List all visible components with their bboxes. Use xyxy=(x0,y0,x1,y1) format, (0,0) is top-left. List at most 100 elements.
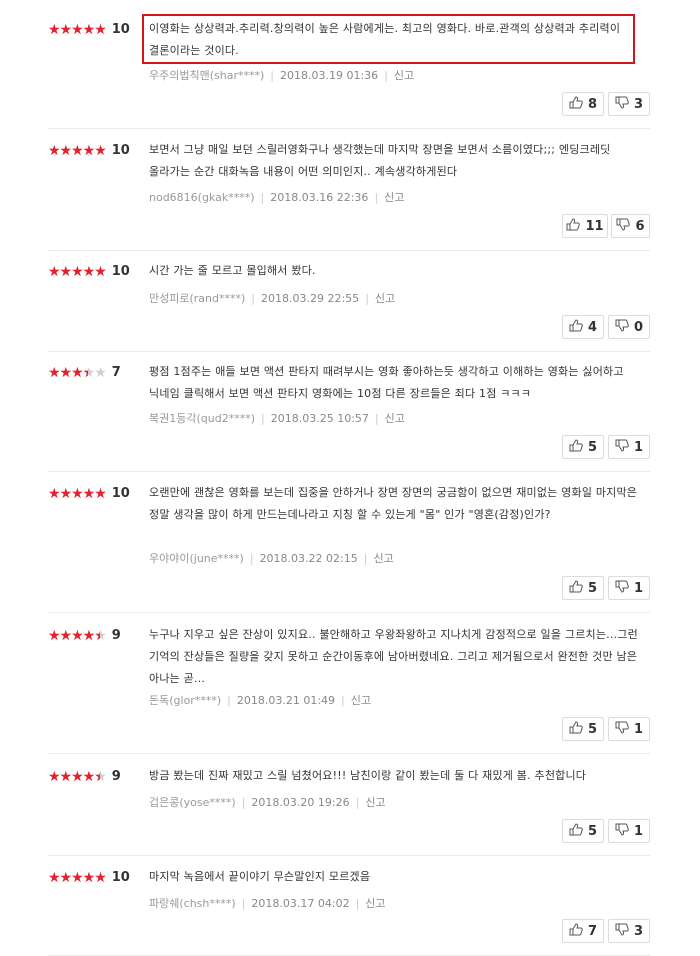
rating: ★★★★★ ★★★★★ 7 xyxy=(48,365,121,380)
thumbs-down-icon xyxy=(615,580,634,597)
like-count: 5 xyxy=(587,580,598,596)
review-meta: 복권1등각(qud2****) | 2018.03.25 10:57 | 신고 xyxy=(149,412,405,425)
review-date: 2018.03.22 02:15 xyxy=(259,552,358,565)
review-meta: 우야야이(june****) | 2018.03.22 02:15 | 신고 xyxy=(149,552,394,565)
dislike-button[interactable]: 1 xyxy=(608,717,650,741)
rating: ★★★★★ ★★★★★ 10 xyxy=(48,143,130,158)
dislike-count: 1 xyxy=(633,580,644,596)
review-text: 누구나 지우고 싶은 잔상이 있지요.. 불안해하고 우왕좌왕하고 지나치게 감… xyxy=(149,628,638,685)
divider xyxy=(48,612,650,613)
rating: ★★★★★ ★★★★★ 10 xyxy=(48,264,130,279)
review-author[interactable]: 우야야이(june****) xyxy=(149,552,244,565)
report-link[interactable]: 신고 xyxy=(375,292,395,305)
report-link[interactable]: 신고 xyxy=(394,69,414,82)
review-author[interactable]: 돈독(glor****) xyxy=(149,694,221,707)
like-button[interactable]: 8 xyxy=(562,92,604,116)
report-link[interactable]: 신고 xyxy=(351,694,371,707)
review-text: 평점 1점주는 애들 보면 액션 판타지 때려부시는 영화 좋아하는듯 생각하고… xyxy=(149,365,624,400)
report-link[interactable]: 신고 xyxy=(384,191,404,204)
review-author[interactable]: 겁은콩(yose****) xyxy=(149,796,236,809)
like-button[interactable]: 5 xyxy=(562,435,604,459)
divider xyxy=(48,753,650,754)
review-meta: 우주의법칙맨(shar****) | 2018.03.19 01:36 | 신고 xyxy=(149,69,415,82)
review-meta: 돈독(glor****) | 2018.03.21 01:49 | 신고 xyxy=(149,694,371,707)
review-text: 마지막 녹음에서 끝이야기 무슨말인지 모르겠음 xyxy=(149,870,371,883)
review-text: 보면서 그냥 매일 보던 스릴러영화구나 생각했는데 마지막 장면을 보면서 소… xyxy=(149,143,611,178)
review-date: 2018.03.19 01:36 xyxy=(280,69,379,82)
dislike-button[interactable]: 6 xyxy=(611,214,650,238)
review-author[interactable]: 파랑쉐(chsh****) xyxy=(149,897,236,910)
dislike-button[interactable]: 3 xyxy=(608,919,650,943)
thumbs-down-icon xyxy=(615,721,634,738)
like-button[interactable]: 7 xyxy=(562,919,604,943)
star-rating-icon: ★★★★★ ★★★★★ xyxy=(48,627,107,644)
like-count: 7 xyxy=(587,923,598,939)
like-count: 5 xyxy=(587,823,598,839)
rating: ★★★★★ ★★★★★ 10 xyxy=(48,486,130,501)
rating-score: 9 xyxy=(111,628,121,643)
dislike-count: 3 xyxy=(633,923,644,939)
report-link[interactable]: 신고 xyxy=(365,796,385,809)
dislike-button[interactable]: 0 xyxy=(608,315,650,339)
divider xyxy=(48,250,650,251)
thumbs-up-icon xyxy=(569,318,588,336)
star-rating-icon: ★★★★★ ★★★★★ xyxy=(48,485,107,502)
dislike-count: 0 xyxy=(633,319,644,335)
review-text: 시간 가는 줄 모르고 몰입해서 봤다. xyxy=(149,264,316,277)
rating-score: 10 xyxy=(111,22,130,37)
highlight-box xyxy=(142,14,635,64)
rating-score: 10 xyxy=(111,486,130,501)
thumbs-up-icon xyxy=(569,438,588,456)
like-button[interactable]: 4 xyxy=(562,315,604,339)
divider xyxy=(48,471,650,472)
dislike-button[interactable]: 3 xyxy=(608,92,650,116)
dislike-button[interactable]: 1 xyxy=(608,576,650,600)
star-rating-icon: ★★★★★ ★★★★★ xyxy=(48,142,107,159)
review-date: 2018.03.16 22:36 xyxy=(270,191,369,204)
dislike-count: 1 xyxy=(633,721,644,737)
review-text: 방금 봤는데 진짜 재밌고 스릴 넘쳤어요!!! 남친이랑 같이 봤는데 둘 다… xyxy=(149,769,587,782)
dislike-button[interactable]: 1 xyxy=(608,819,650,843)
star-rating-icon: ★★★★★ ★★★★★ xyxy=(48,21,107,38)
report-link[interactable]: 신고 xyxy=(373,552,393,565)
thumbs-up-icon xyxy=(569,95,588,113)
star-rating-icon: ★★★★★ ★★★★★ xyxy=(48,263,107,280)
dislike-button[interactable]: 1 xyxy=(608,435,650,459)
review-date: 2018.03.20 19:26 xyxy=(251,796,350,809)
divider xyxy=(48,128,650,129)
thumbs-up-icon xyxy=(569,922,588,940)
review-meta: 만성피로(rand****) | 2018.03.29 22:55 | 신고 xyxy=(149,292,396,305)
thumbs-down-icon xyxy=(616,218,635,235)
review-meta: nod6816(gkak****) | 2018.03.16 22:36 | 신고 xyxy=(149,191,405,204)
like-button[interactable]: 11 xyxy=(562,214,608,238)
report-link[interactable]: 신고 xyxy=(365,897,385,910)
like-count: 11 xyxy=(585,218,604,234)
thumbs-down-icon xyxy=(615,319,634,336)
thumbs-up-icon xyxy=(569,579,588,597)
review-meta: 파랑쉐(chsh****) | 2018.03.17 04:02 | 신고 xyxy=(149,897,386,910)
star-rating-icon: ★★★★★ ★★★★★ xyxy=(48,364,107,381)
star-rating-icon: ★★★★★ ★★★★★ xyxy=(48,869,107,886)
thumbs-up-icon xyxy=(569,822,588,840)
rating: ★★★★★ ★★★★★ 9 xyxy=(48,769,121,784)
review-author[interactable]: 우주의법칙맨(shar****) xyxy=(149,69,264,82)
review-author[interactable]: nod6816(gkak****) xyxy=(149,191,255,204)
rating: ★★★★★ ★★★★★ 10 xyxy=(48,870,130,885)
like-count: 5 xyxy=(587,439,598,455)
like-button[interactable]: 5 xyxy=(562,576,604,600)
dislike-count: 1 xyxy=(633,823,644,839)
review-date: 2018.03.17 04:02 xyxy=(251,897,350,910)
rating-score: 9 xyxy=(111,769,121,784)
review-author[interactable]: 만성피로(rand****) xyxy=(149,292,245,305)
thumbs-down-icon xyxy=(615,439,634,456)
like-button[interactable]: 5 xyxy=(562,717,604,741)
report-link[interactable]: 신고 xyxy=(385,412,405,425)
review-text: 오랜만에 괜찮은 영화를 보는데 집중을 안하거나 장면 장면의 궁금함이 없으… xyxy=(149,486,638,521)
thumbs-down-icon xyxy=(615,823,634,840)
rating-score: 7 xyxy=(111,365,121,380)
review-author[interactable]: 복권1등각(qud2****) xyxy=(149,412,255,425)
review-date: 2018.03.21 01:49 xyxy=(236,694,336,707)
like-button[interactable]: 5 xyxy=(562,819,604,843)
review-list-page: { "reviews": [ {"rating": 10, "stars_fil… xyxy=(0,0,700,956)
like-count: 8 xyxy=(587,96,598,112)
